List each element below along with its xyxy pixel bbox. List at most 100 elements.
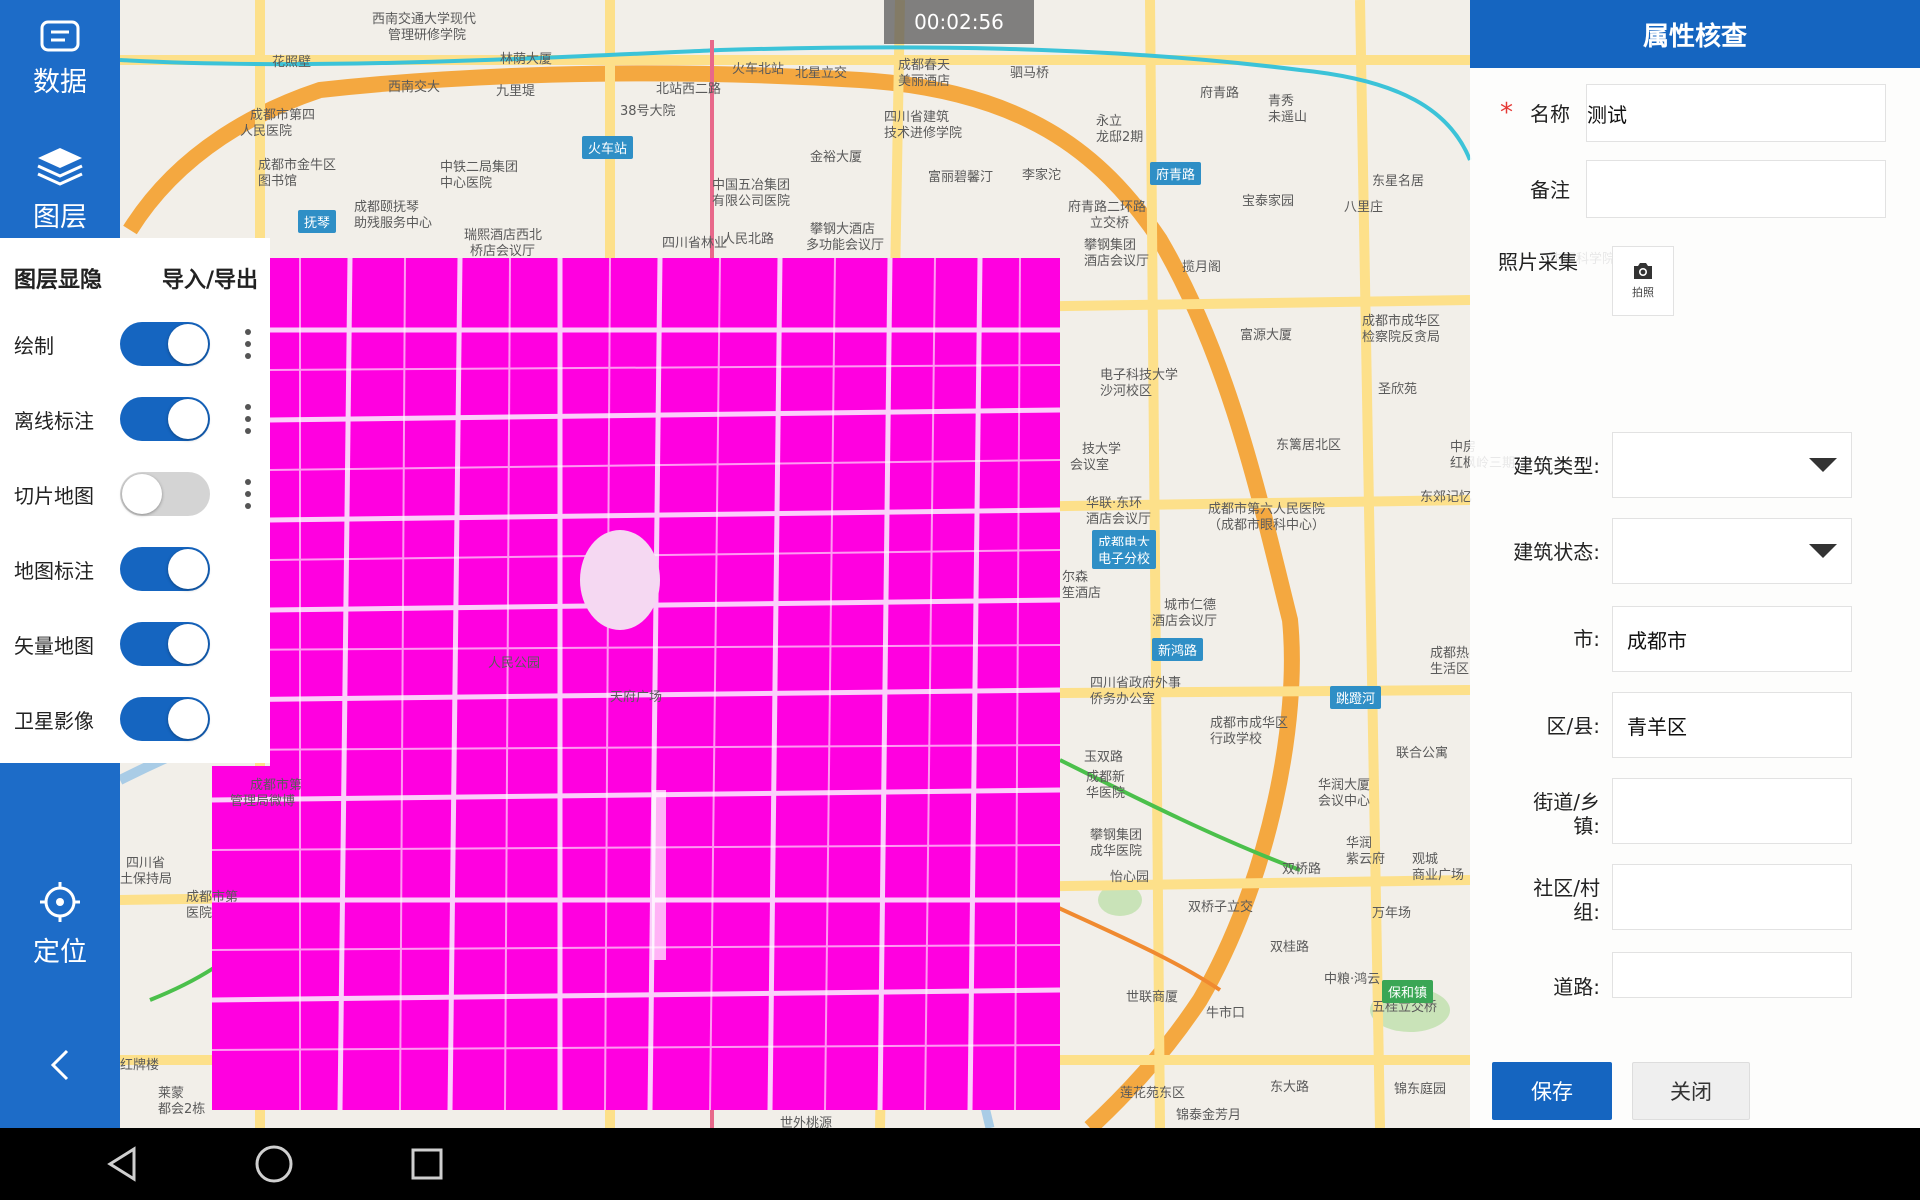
take-photo-button[interactable]: 拍照 [1612, 246, 1674, 316]
system-navigation-bar [0, 1128, 1920, 1200]
layer-visibility-toggle[interactable] [120, 472, 210, 516]
more-vert-icon[interactable] [240, 397, 256, 441]
map-place-label: 火车北站 [732, 62, 785, 77]
layer-visibility-toggle[interactable] [120, 697, 210, 741]
data-button[interactable]: 数据 [0, 20, 120, 99]
street-input[interactable] [1612, 778, 1852, 844]
building-type-label: 建筑类型: [1513, 454, 1600, 478]
building-status-select[interactable] [1612, 518, 1852, 584]
layer-visibility-toggle[interactable] [120, 547, 210, 591]
data-button-label: 数据 [33, 67, 87, 98]
photo-label: 照片采集 [1498, 250, 1578, 274]
map-station-label: 保和镇 [1382, 980, 1434, 1003]
building-type-select[interactable] [1612, 432, 1852, 498]
more-vert-icon[interactable] [240, 472, 256, 516]
map-place-label: 九里堤 [496, 84, 536, 99]
map-place-label: 酒店会议厅 [1084, 254, 1150, 269]
layer-row: 矢量地图 [0, 614, 270, 674]
road-input[interactable] [1612, 952, 1852, 998]
map-place-label: 北站西二路 [656, 82, 722, 97]
map-place-label: 管理局微博 [230, 794, 296, 809]
community-input[interactable] [1612, 864, 1852, 930]
nav-home-button[interactable] [244, 1140, 304, 1188]
layer-visibility-toggle[interactable] [120, 322, 210, 366]
toggle-knob [168, 399, 208, 439]
recents-square-icon [411, 1148, 443, 1180]
map-place-label: 府青路 [1200, 86, 1240, 101]
map-place-label: （成都市眼科中心） [1208, 518, 1326, 533]
recording-timer: 00:02:56 [884, 0, 1034, 44]
map-place-label: 38号大院 [620, 104, 676, 119]
layer-visibility-toggle[interactable] [120, 397, 210, 441]
map-place-label: 中心医院 [440, 176, 493, 191]
name-input[interactable]: 测试 [1586, 84, 1886, 142]
locate-button[interactable]: 定位 [0, 880, 120, 969]
map-place-label: 都会2栋 [158, 1102, 206, 1117]
layer-row: 地图标注 [0, 539, 270, 599]
layers-icon [37, 148, 83, 186]
map-place-label: 成都市成华区 [1362, 314, 1441, 329]
layer-visibility-toggle[interactable] [120, 622, 210, 666]
name-label: 名称 [1530, 102, 1570, 126]
layer-button[interactable]: 图层 [0, 145, 120, 234]
import-export-button[interactable]: 导入/导出 [162, 262, 258, 294]
map-place-label: 成华医院 [1090, 844, 1143, 859]
map-place-label: 酒店会议厅 [1152, 614, 1218, 629]
map-place-label: 世外桃源 [780, 1116, 833, 1128]
layer-visibility-panel: 图层显隐 导入/导出 绘制 离线标注 切片地图 地图标注 矢量地图 卫星影像 [0, 238, 270, 763]
district-input[interactable]: 青羊区 [1612, 692, 1852, 758]
map-place-label: 金裕大厦 [810, 150, 863, 165]
toggle-knob [168, 699, 208, 739]
map-place-label: 医院 [186, 906, 213, 921]
map-place-label: 侨务办公室 [1090, 692, 1156, 707]
layer-row: 切片地图 [0, 464, 270, 524]
map-place-label: 万年场 [1372, 906, 1412, 921]
map-place-label: 技大学 [1082, 442, 1122, 457]
map-place-label: 东大路 [1270, 1080, 1310, 1095]
toggle-knob [168, 549, 208, 589]
map-station-label: 抚琴 [298, 210, 337, 233]
map-place-label: 成都春天 [898, 58, 951, 73]
map-place-label: 助残服务中心 [354, 216, 433, 231]
collapse-button[interactable] [0, 1045, 120, 1085]
map-place-label: 土保持局 [120, 872, 173, 887]
street-label-line2: 镇: [1573, 814, 1600, 838]
street-label-line1: 街道/乡 [1533, 790, 1600, 814]
map-place-label: 林荫大厦 [500, 52, 553, 67]
more-vert-icon[interactable] [240, 322, 256, 366]
map-place-label: 花照壁 [272, 55, 312, 70]
remark-input[interactable] [1586, 160, 1886, 218]
map-place-label: 行政学校 [1210, 732, 1263, 747]
layer-row: 卫星影像 [0, 689, 270, 749]
nav-recents-button[interactable] [397, 1140, 457, 1188]
map-place-label: 富丽碧馨汀 [928, 170, 994, 185]
map-station-label: 府青路 [1150, 162, 1202, 185]
city-value: 成都市 [1627, 628, 1687, 653]
map-place-label: 永立 [1096, 114, 1123, 129]
map-place-label: 成都市第 [250, 778, 303, 793]
map-place-label: 电子科技大学 [1100, 368, 1179, 383]
close-button[interactable]: 关闭 [1632, 1062, 1750, 1120]
map-place-label: 莲花苑东区 [1120, 1086, 1186, 1101]
nav-back-button[interactable] [92, 1140, 152, 1188]
map-place-label: 有限公司医院 [712, 194, 791, 209]
map-place-label: 四川省 [126, 856, 166, 871]
map-place-label: 锦东庭园 [1394, 1082, 1447, 1097]
city-input[interactable]: 成都市 [1612, 606, 1852, 672]
map-place-label: 技术进修学院 [884, 126, 963, 141]
layer-row: 绘制 [0, 314, 270, 374]
map-place-label: 管理研修学院 [388, 28, 467, 43]
map-place-label: 西南交通大学现代 [372, 12, 477, 27]
map-place-label: 四川省建筑 [884, 110, 950, 125]
map-place-label: 府青路二环路 [1068, 200, 1147, 215]
map-place-label: 检察院反贪局 [1362, 330, 1441, 345]
map-place-label: 会议中心 [1318, 794, 1371, 809]
map-place-label: 会议室 [1070, 458, 1110, 473]
locate-button-label: 定位 [33, 937, 87, 968]
community-label-line2: 组: [1573, 900, 1600, 924]
map-place-label: 多功能会议厅 [806, 238, 885, 253]
layer-name: 矢量地图 [14, 633, 94, 658]
map-place-label: 联合公寓 [1396, 746, 1449, 761]
home-circle-icon [255, 1145, 293, 1183]
save-button[interactable]: 保存 [1492, 1062, 1612, 1120]
